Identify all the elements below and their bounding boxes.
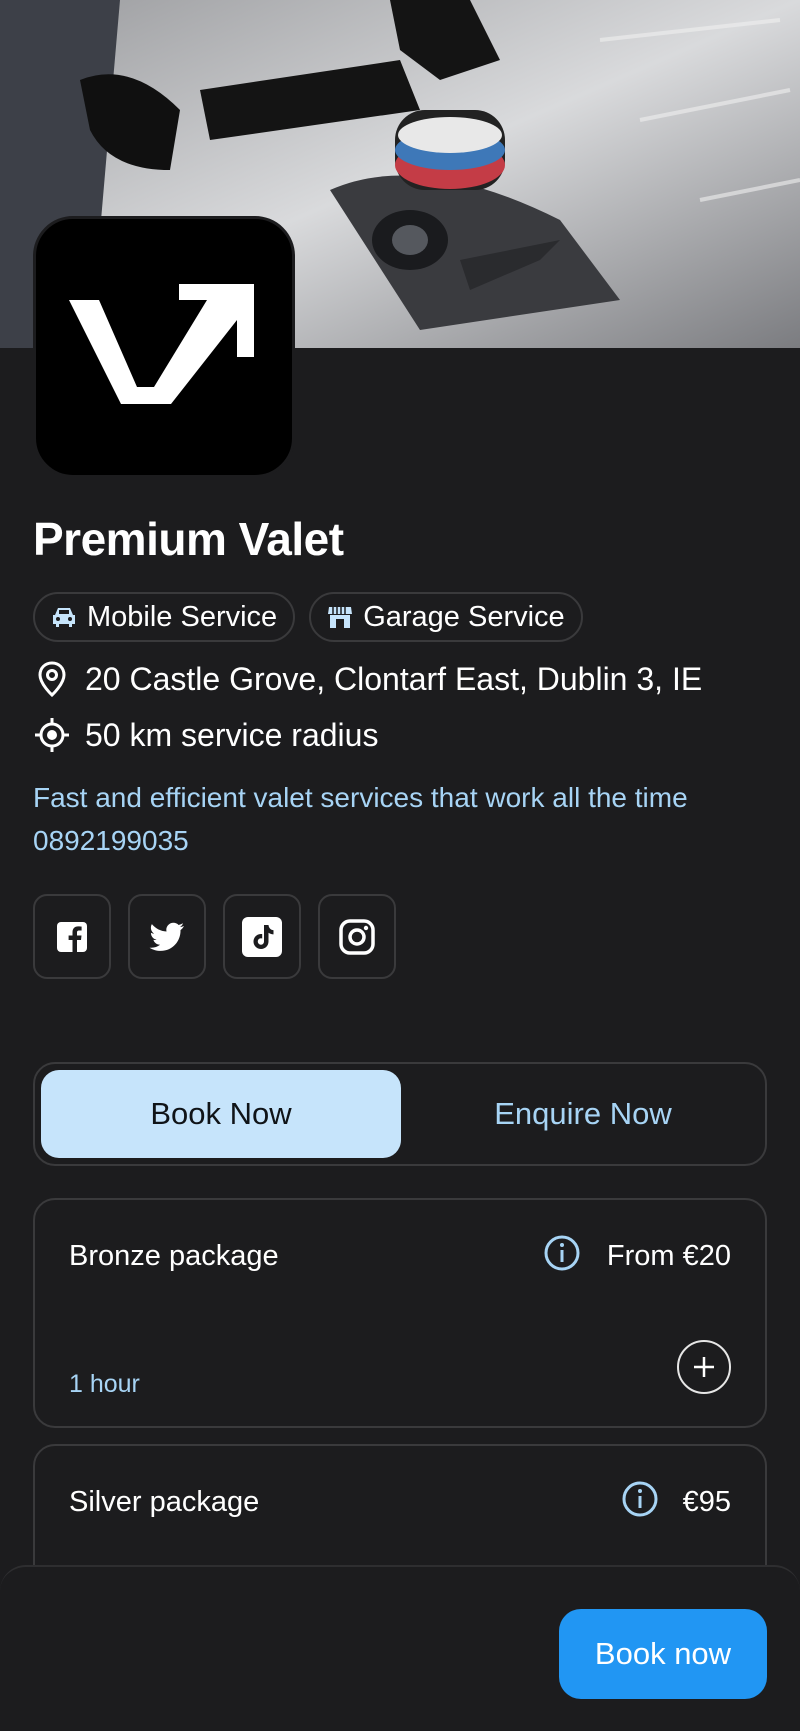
store-icon [327, 604, 353, 630]
info-icon[interactable] [621, 1480, 659, 1518]
social-links [33, 894, 396, 979]
plus-icon [694, 1357, 714, 1377]
radius-text: 50 km service radius [85, 716, 379, 753]
logo-mark-icon [69, 284, 254, 404]
crosshair-icon [33, 716, 71, 754]
instagram-icon [339, 918, 375, 955]
book-now-button[interactable]: Book now [559, 1609, 767, 1699]
package-price: €95 [682, 1486, 731, 1518]
facebook-button[interactable] [33, 894, 111, 979]
package-duration: 1 hour [69, 1370, 140, 1398]
package-card-bronze[interactable]: Bronze package From €20 1 hour [33, 1198, 767, 1428]
chip-label: Garage Service [363, 600, 565, 633]
tiktok-button[interactable] [223, 894, 301, 979]
info-icon[interactable] [543, 1234, 581, 1272]
address-row[interactable]: 20 Castle Grove, Clontarf East, Dublin 3… [33, 660, 702, 698]
service-chips: Mobile Service Garage Service [33, 592, 583, 642]
car-icon [51, 604, 77, 630]
facebook-icon [57, 921, 87, 952]
location-pin-icon [33, 660, 71, 698]
business-logo [33, 216, 295, 478]
package-price: From €20 [606, 1240, 731, 1272]
description-text: Fast and efficient valet services that w… [33, 782, 688, 813]
twitter-button[interactable] [128, 894, 206, 979]
phone-number[interactable]: 0892199035 [33, 819, 773, 862]
add-package-button[interactable] [677, 1340, 731, 1394]
package-name: Silver package [69, 1486, 260, 1518]
instagram-button[interactable] [318, 894, 396, 979]
address-text: 20 Castle Grove, Clontarf East, Dublin 3… [85, 660, 703, 697]
business-description: Fast and efficient valet services that w… [33, 776, 773, 862]
business-name: Premium Valet [33, 513, 344, 565]
twitter-icon [149, 922, 184, 951]
package-name: Bronze package [69, 1240, 279, 1272]
tiktok-icon [242, 916, 282, 957]
chip-mobile-service[interactable]: Mobile Service [33, 592, 296, 642]
chip-garage-service[interactable]: Garage Service [309, 592, 583, 642]
booking-mode-toggle: Book Now Enquire Now [33, 1062, 767, 1166]
chip-label: Mobile Service [87, 600, 278, 633]
bottom-action-bar: Book now [0, 1565, 800, 1731]
tab-enquire-now[interactable]: Enquire Now [403, 1070, 763, 1158]
tab-book-now[interactable]: Book Now [41, 1070, 401, 1158]
radius-row: 50 km service radius [33, 716, 378, 754]
